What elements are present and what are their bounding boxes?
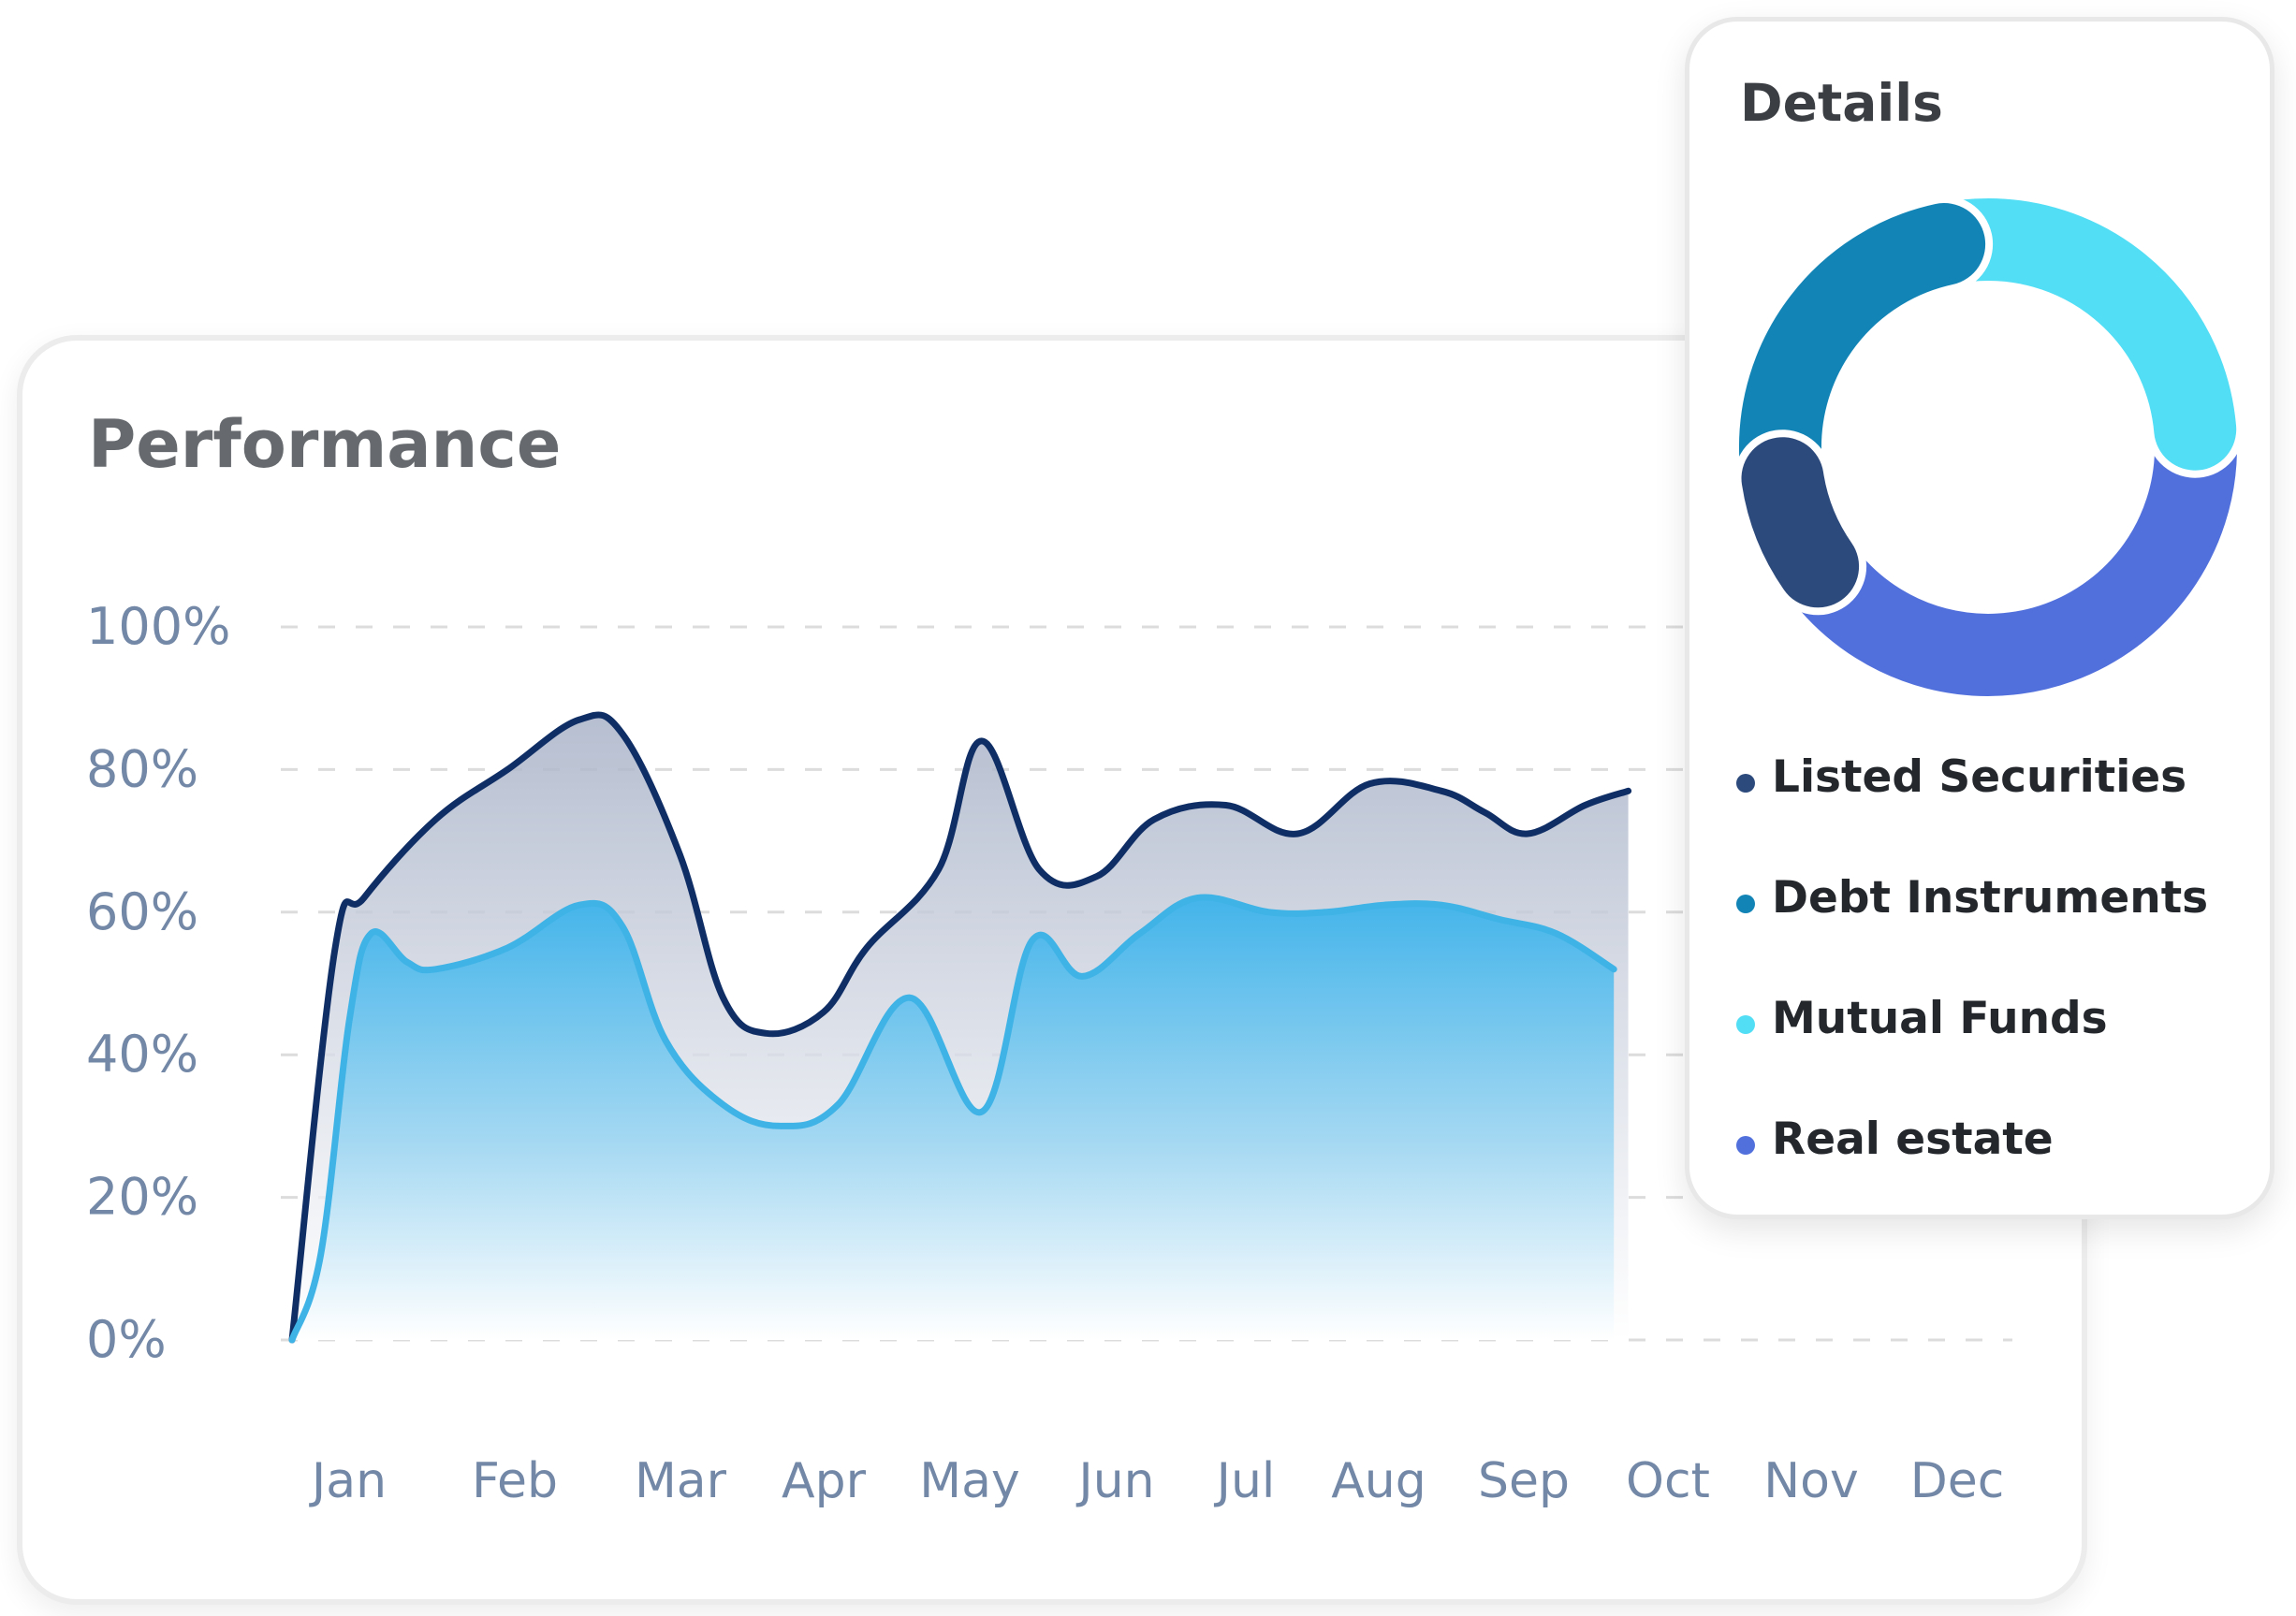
legend-dot-debt-instruments — [1736, 895, 1755, 913]
x-tick-label-feb: Feb — [472, 1453, 558, 1509]
y-tick-label-40: 40% — [86, 1025, 198, 1084]
x-tick-label-jul: Jul — [1214, 1453, 1276, 1509]
y-tick-label-60: 60% — [86, 882, 198, 941]
x-tick-label-sep: Sep — [1478, 1453, 1570, 1509]
legend-label-real-estate: Real estate — [1772, 1114, 2054, 1165]
legend-dot-real-estate — [1736, 1136, 1755, 1155]
legend-dot-mutual-funds — [1736, 1015, 1755, 1034]
x-tick-label-jan: Jan — [309, 1453, 387, 1509]
legend-label-mutual-funds: Mutual Funds — [1772, 993, 2108, 1044]
x-tick-label-nov: Nov — [1763, 1453, 1859, 1509]
legend-item-mutual-funds: Mutual Funds — [1736, 993, 2208, 1114]
x-tick-label-mar: Mar — [635, 1453, 727, 1509]
x-tick-label-jun: Jun — [1075, 1453, 1154, 1509]
y-tick-label-80: 80% — [86, 739, 198, 798]
y-tick-label-0: 0% — [86, 1310, 167, 1369]
x-tick-label-aug: Aug — [1331, 1453, 1426, 1509]
x-tick-label-dec: Dec — [1910, 1453, 2005, 1509]
legend-item-debt-instruments: Debt Instruments — [1736, 872, 2208, 993]
donut-slice-mutual-funds — [1924, 198, 2237, 471]
legend-label-debt-instruments: Debt Instruments — [1772, 872, 2209, 924]
y-tick-label-20: 20% — [86, 1168, 198, 1227]
x-tick-label-apr: Apr — [782, 1453, 867, 1509]
details-legend: Listed Securities Debt Instruments Mutua… — [1736, 751, 2208, 1234]
x-tick-label-oct: Oct — [1626, 1453, 1710, 1509]
details-donut-chart — [1731, 191, 2245, 704]
donut-slice-real-estate — [1790, 409, 2237, 696]
legend-label-listed-securities: Listed Securities — [1772, 751, 2187, 803]
x-tick-label-may: May — [919, 1453, 1020, 1509]
donut-slice-listed-securities — [1741, 437, 1860, 608]
legend-item-listed-securities: Listed Securities — [1736, 751, 2208, 872]
details-card: Details Listed Securities Debt Instrumen… — [1685, 17, 2274, 1219]
legend-dot-listed-securities — [1736, 774, 1755, 793]
y-tick-label-100: 100% — [86, 597, 230, 656]
legend-item-real-estate: Real estate — [1736, 1114, 2208, 1234]
